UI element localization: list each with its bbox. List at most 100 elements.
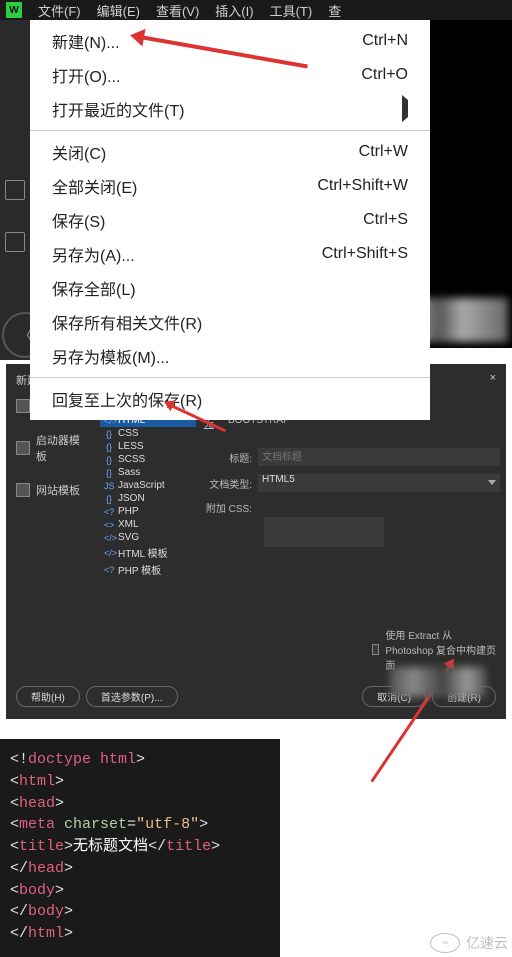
doctype-item[interactable]: <? PHP — [100, 505, 196, 518]
code-line: </head> — [10, 858, 270, 880]
sidebar-item-label: 网站模板 — [36, 482, 80, 498]
app-logo: W — [6, 2, 22, 18]
doctype-label: PHP 模板 — [118, 562, 161, 577]
doctype-icon: <> — [104, 520, 114, 530]
doctype-item[interactable]: JS JavaScript — [100, 479, 196, 492]
code-line: <head> — [10, 793, 270, 815]
doctype-icon: </> — [104, 548, 114, 558]
doctype-column: 文档类型: </>HTML{}CSS{}LESS{}SCSS{}SassJSJa… — [100, 394, 196, 672]
doctype-icon: {} — [104, 494, 114, 504]
ps-extract-checkbox[interactable] — [372, 644, 379, 655]
doctype-label: PHP — [118, 506, 139, 517]
menu-file[interactable]: 文件(F) — [38, 1, 81, 20]
menu-item-shortcut: Ctrl+W — [359, 143, 408, 161]
menu-insert[interactable]: 插入(I) — [215, 1, 253, 20]
menu-item[interactable]: 保存所有相关文件(R) — [30, 305, 430, 339]
menu-item[interactable]: 关闭(C) Ctrl+W — [30, 135, 430, 169]
css-label: 附加 CSS: — [202, 500, 258, 515]
title-label: 标题: — [202, 450, 258, 465]
title-input[interactable] — [258, 448, 500, 466]
doctype-item[interactable]: </> SVG — [100, 531, 196, 544]
doctype-label: SVG — [118, 532, 139, 543]
dialog-sidebar: 新建文档启动器模板网站模板 — [12, 394, 94, 672]
menu-item[interactable]: 另存为(A)... Ctrl+Shift+S — [30, 237, 430, 271]
watermark-text: 亿速云 — [466, 933, 508, 953]
menu-item-shortcut: Ctrl+Shift+S — [322, 245, 408, 263]
menu-item[interactable]: 打开(O)... Ctrl+O — [30, 58, 430, 92]
doctype-icon: JS — [104, 481, 114, 491]
doctype-icon: {} — [104, 442, 114, 452]
preferences-button[interactable]: 首选参数(P)... — [86, 686, 178, 707]
chevron-right-icon — [402, 95, 408, 122]
menu-item-label: 打开(O)... — [52, 63, 120, 87]
code-line: <html> — [10, 771, 270, 793]
doctype-item[interactable]: {}LESS — [100, 440, 196, 453]
code-line: <!doctype html> — [10, 749, 270, 771]
doctype-icon: {} — [104, 468, 114, 478]
watermark: ∞ 亿速云 — [430, 933, 508, 953]
ps-extract-label: 使用 Extract 从 Photoshop 复合中构建页面 — [385, 627, 500, 672]
framework-column: 框架: 无 BOOTSTRAP 标题: 文档类型: HTML5 附加 CSS: — [202, 394, 500, 672]
doctype-label: 文档类型: — [202, 476, 258, 491]
menu-item[interactable]: 全部关闭(E) Ctrl+Shift+W — [30, 169, 430, 203]
doctype-icon: <? — [104, 507, 114, 517]
menu-item-label: 另存为(A)... — [52, 242, 135, 266]
code-line: <body> — [10, 880, 270, 902]
gutter-icon-1[interactable] — [5, 180, 25, 200]
sidebar-item[interactable]: 启动器模板 — [12, 428, 94, 468]
file-menu-panel: W 文件(F) 编辑(E) 查看(V) 插入(I) 工具(T) 查 〈 新建(N… — [0, 0, 512, 348]
cloud-icon: ∞ — [430, 933, 460, 953]
menu-item-label: 保存全部(L) — [52, 276, 136, 300]
doctype-icon: {} — [104, 429, 114, 439]
menu-item[interactable]: 打开最近的文件(T) — [30, 92, 430, 126]
menu-item-shortcut: Ctrl+S — [363, 211, 408, 229]
doctype-select[interactable]: HTML5 — [258, 474, 500, 492]
doctype-label: CSS — [118, 428, 139, 439]
close-icon[interactable]: × — [490, 372, 496, 388]
doctype-item[interactable]: {}SCSS — [100, 453, 196, 466]
menu-item-label: 另存为模板(M)... — [52, 344, 169, 368]
doctype-label: JavaScript — [118, 480, 165, 491]
menu-item[interactable]: 保存全部(L) — [30, 271, 430, 305]
menu-item[interactable]: 另存为模板(M)... — [30, 339, 430, 373]
doctype-icon: <? — [104, 565, 114, 575]
menu-item-shortcut: Ctrl+Shift+W — [317, 177, 408, 195]
sidebar-item-label: 启动器模板 — [36, 432, 90, 464]
sidebar-item-icon — [16, 441, 30, 455]
sidebar-item-icon — [16, 483, 30, 497]
doctype-item[interactable]: </> HTML 模板 — [100, 544, 196, 561]
doctype-icon: </> — [104, 533, 114, 543]
sidebar-item[interactable]: 网站模板 — [12, 478, 94, 502]
menu-item-label: 新建(N)... — [52, 29, 120, 53]
menu-item[interactable]: 回复至上次的保存(R) — [30, 382, 430, 416]
menu-find-partial[interactable]: 查 — [328, 1, 341, 20]
menu-tools[interactable]: 工具(T) — [270, 1, 313, 20]
doctype-item[interactable]: {} CSS — [100, 427, 196, 440]
sidebar-item-icon — [16, 399, 30, 413]
code-line: </html> — [10, 923, 270, 945]
doctype-label: XML — [118, 519, 139, 530]
doctype-item[interactable]: <> XML — [100, 518, 196, 531]
gutter-icon-2[interactable] — [5, 232, 25, 252]
menu-item-shortcut: Ctrl+N — [362, 32, 408, 50]
doctype-value: HTML5 — [262, 474, 295, 485]
chevron-down-icon — [488, 480, 496, 485]
menu-edit[interactable]: 编辑(E) — [97, 1, 140, 20]
menu-item-label: 保存所有相关文件(R) — [52, 310, 202, 334]
doctype-label: Sass — [118, 467, 140, 478]
attached-css-list[interactable] — [264, 517, 384, 547]
menu-item-shortcut: Ctrl+O — [361, 66, 408, 84]
menu-item[interactable]: 保存(S)Ctrl+S — [30, 203, 430, 237]
help-button[interactable]: 帮助(H) — [16, 686, 80, 707]
menu-item-label: 全部关闭(E) — [52, 174, 137, 198]
doctype-item[interactable]: {} Sass — [100, 466, 196, 479]
file-dropdown: 新建(N)... Ctrl+N 打开(O)... Ctrl+O 打开最近的文件(T) 关闭… — [30, 20, 430, 420]
doctype-item[interactable]: {}JSON — [100, 492, 196, 505]
doctype-item[interactable]: <? PHP 模板 — [100, 561, 196, 578]
code-line: <meta charset="utf-8"> — [10, 814, 270, 836]
blurred-region-2 — [390, 667, 486, 697]
menu-item-label: 关闭(C) — [52, 140, 106, 164]
doctype-label: HTML 模板 — [118, 545, 168, 560]
code-line: <title>无标题文档</title> — [10, 836, 270, 858]
menu-view[interactable]: 查看(V) — [156, 1, 199, 20]
